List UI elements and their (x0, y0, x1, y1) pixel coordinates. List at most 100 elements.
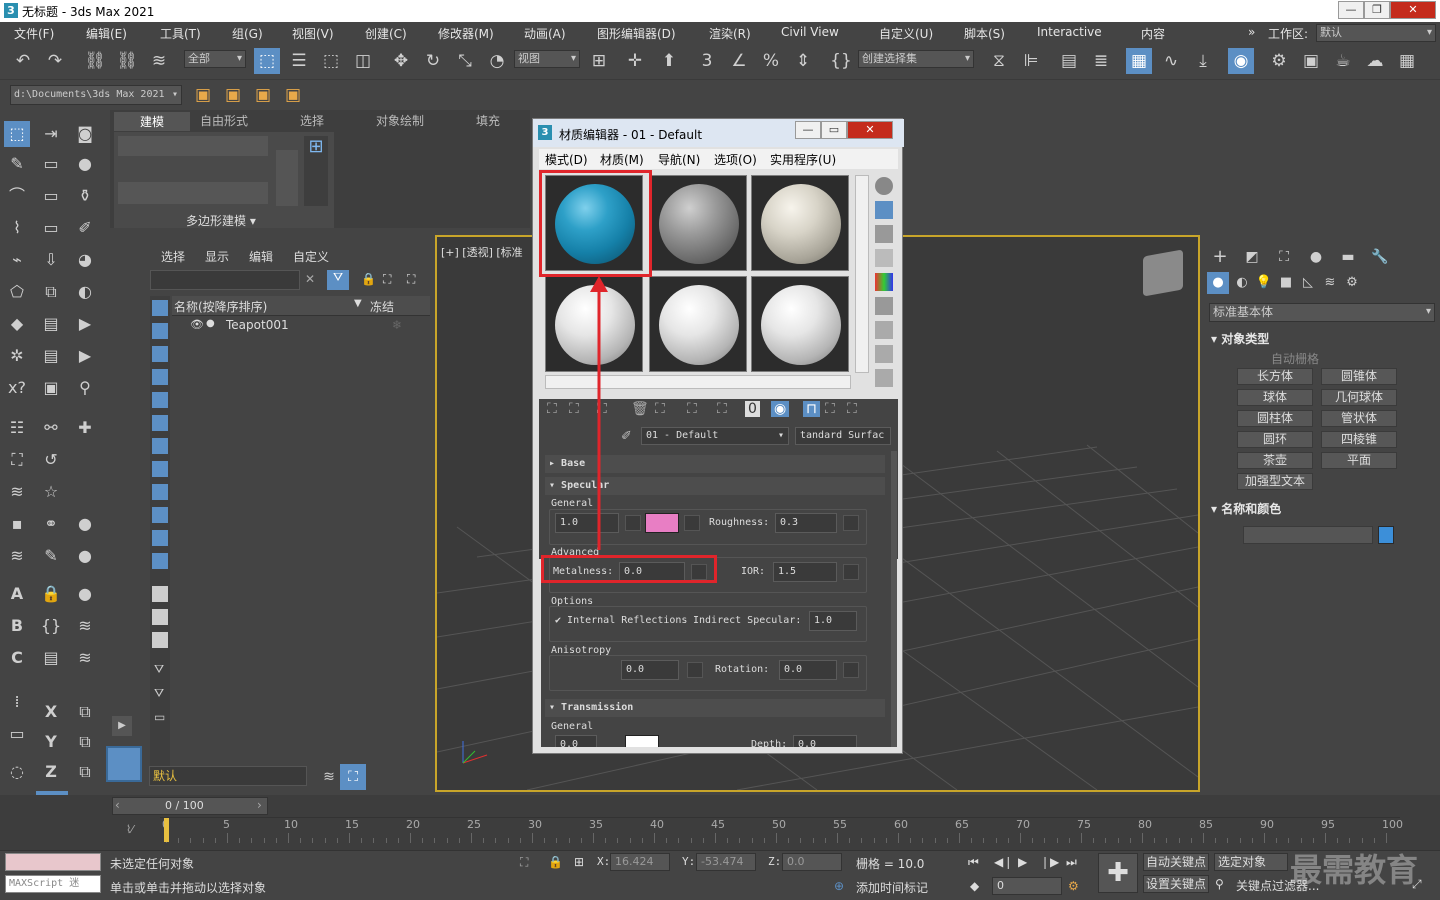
modify-tab-icon[interactable]: ◩ (1239, 244, 1265, 270)
snap-tool-icon[interactable]: ⌁ (4, 247, 30, 273)
viewport-layout-icon[interactable] (106, 746, 142, 782)
mat-id-zero-icon[interactable]: 0 (745, 401, 760, 417)
scene-item-row[interactable]: 👁 ● Teapot001 ❄ (172, 317, 430, 335)
bind-spacewarp-icon[interactable]: ≋ (146, 48, 172, 74)
mat-menu-options[interactable]: 选项(O) (714, 151, 757, 171)
layer-tool-icon[interactable]: ▭ (38, 151, 64, 177)
note-icon[interactable]: ▤ (38, 645, 64, 671)
percent-snap-icon[interactable]: % (758, 48, 784, 74)
manipulate-icon[interactable]: ✛ (622, 48, 648, 74)
mat-minimize-button[interactable]: — (795, 121, 821, 139)
layer-manager-icon[interactable]: ≋ (316, 764, 342, 790)
import-icon[interactable]: ⇥ (38, 121, 64, 147)
menu-view[interactable]: 视图(V) (292, 25, 334, 42)
hidden-filter-icon[interactable] (152, 553, 168, 569)
move-icon[interactable]: ✥ (388, 48, 414, 74)
menu-rendering[interactable]: 渲染(R) (709, 25, 751, 42)
keyboard-shortcut-icon[interactable]: ⬆ (656, 48, 682, 74)
mat-menu-utilities[interactable]: 实用程序(U) (770, 151, 836, 171)
ribbon-tab-modeling[interactable]: 建模 (114, 112, 191, 131)
shape-tool-icon[interactable]: ● (72, 151, 98, 177)
ribbon-side-tools[interactable] (276, 150, 298, 206)
ior-spinner[interactable]: 1.5 (773, 562, 837, 582)
hierarchy-explorer-icon[interactable]: ⛶ (383, 272, 391, 287)
bones-filter-icon[interactable] (152, 484, 168, 500)
textplus-button[interactable]: 加强型文本 (1237, 473, 1313, 490)
mat-maximize-button[interactable]: ▭ (821, 121, 847, 139)
place-icon[interactable]: ◔ (484, 48, 510, 74)
object-type-rollout[interactable]: ▾ 对象类型 (1211, 330, 1435, 347)
selected-object-select[interactable]: 选定对象 (1214, 853, 1288, 871)
ior-map-button[interactable] (843, 564, 859, 580)
material-slot-2[interactable] (649, 175, 747, 271)
pipette-icon[interactable]: ✐ (72, 215, 98, 241)
project-folder-icon[interactable]: ▣ (190, 82, 216, 108)
render-dot-icon[interactable]: ● (206, 318, 215, 329)
xrefs-filter-icon[interactable] (152, 461, 168, 477)
lock-explorer-icon[interactable]: 🔒 (361, 272, 376, 286)
object-name-input[interactable] (1243, 526, 1373, 544)
go-to-parent-icon[interactable]: ⛶ (825, 401, 835, 417)
window-crossing-icon[interactable]: ◫ (350, 48, 376, 74)
transmission-rollout[interactable]: ▾ Transmission (545, 699, 885, 717)
display-none-icon[interactable] (152, 609, 168, 625)
lights-filter-icon[interactable] (152, 346, 168, 362)
scene-item-name[interactable]: Teapot001 (226, 318, 289, 332)
specular-weight-map-button[interactable] (625, 515, 641, 531)
snaps-toggle-icon[interactable]: 3 (694, 48, 720, 74)
material-slot-6[interactable] (751, 276, 849, 372)
systems-category-icon[interactable]: ⚙ (1341, 272, 1363, 294)
stack3-icon[interactable]: ⧉ (72, 699, 98, 725)
ribbon-tab-populate[interactable]: 填充 (476, 112, 500, 129)
schematic-view-icon[interactable]: ⤓ (1190, 48, 1216, 74)
funnel-icon[interactable]: ⛛ (154, 662, 164, 677)
render-setup-icon[interactable]: ⚙ (1266, 48, 1292, 74)
menu-tools[interactable]: 工具(T) (160, 25, 201, 42)
groups-filter-icon[interactable] (152, 438, 168, 454)
mat-id-channel-icon[interactable]: ⛶ (717, 401, 727, 417)
internal-reflections-checkbox[interactable]: ✔ Internal Reflections (555, 615, 687, 626)
play-forward-icon[interactable]: ▶ (72, 311, 98, 337)
workspace-select[interactable]: 默认 (1316, 24, 1436, 42)
dotted-grid-icon[interactable]: ⁞ (4, 689, 30, 715)
clear-search-icon[interactable]: ✕ (305, 272, 315, 286)
column-name-header[interactable]: 名称(按降序排序) (174, 298, 267, 315)
background-icon[interactable] (875, 225, 893, 243)
key-filter-icon[interactable]: ⚲ (1215, 877, 1224, 891)
project-settings-icon[interactable]: ▣ (280, 82, 306, 108)
viewcube-icon[interactable] (1143, 249, 1183, 297)
layers-icon[interactable]: ≋ (4, 479, 30, 505)
material-navigator-icon[interactable] (875, 369, 893, 387)
sphere-button[interactable]: 球体 (1237, 389, 1313, 406)
rotate-tool-icon[interactable]: ↺ (38, 447, 64, 473)
material-slot-3[interactable] (751, 175, 849, 271)
rect-selection-icon[interactable]: ⬚ (318, 48, 344, 74)
dotted-circle-icon[interactable]: ◌ (4, 759, 30, 785)
explorer-tab-customize[interactable]: 自定义 (293, 248, 329, 265)
xform-icon[interactable]: x? (4, 375, 30, 401)
funnel2-icon[interactable]: ⛛ (154, 686, 164, 701)
motion-tab-icon[interactable]: ● (1303, 244, 1329, 270)
scale-icon[interactable]: ⤡ (452, 48, 478, 74)
layer-explorer2-icon[interactable]: ⛶ (407, 272, 415, 287)
media-icon[interactable]: ◐ (72, 279, 98, 305)
ruler-icon[interactable]: ▭ (4, 721, 30, 747)
create-tab-icon[interactable]: + (1207, 244, 1233, 270)
select-tool-icon[interactable]: ⬚ (4, 121, 30, 147)
display-all-icon[interactable] (152, 586, 168, 602)
teapot-button[interactable]: 茶壶 (1237, 452, 1313, 469)
pyramid-button[interactable]: 四棱锥 (1321, 431, 1397, 448)
specular-color-swatch[interactable] (645, 513, 679, 533)
axis-x-icon[interactable]: X (38, 699, 64, 725)
menu-graph-editors[interactable]: 图形编辑器(D) (597, 25, 676, 42)
cameras-filter-icon[interactable] (152, 369, 168, 385)
explorer-tab-edit[interactable]: 编辑 (249, 248, 273, 265)
goto-start-icon[interactable]: ⏮ (968, 855, 979, 870)
torus-button[interactable]: 圆环 (1237, 431, 1313, 448)
z-coord-field[interactable]: 0.0 (782, 853, 842, 871)
particles-icon[interactable]: ✲ (4, 343, 30, 369)
backlight-icon[interactable] (875, 201, 893, 219)
named-selection-select[interactable]: 创建选择集 (858, 50, 974, 68)
expand-icon[interactable]: » (1248, 25, 1255, 39)
hierarchy-icon[interactable]: ⛶ (4, 447, 30, 473)
